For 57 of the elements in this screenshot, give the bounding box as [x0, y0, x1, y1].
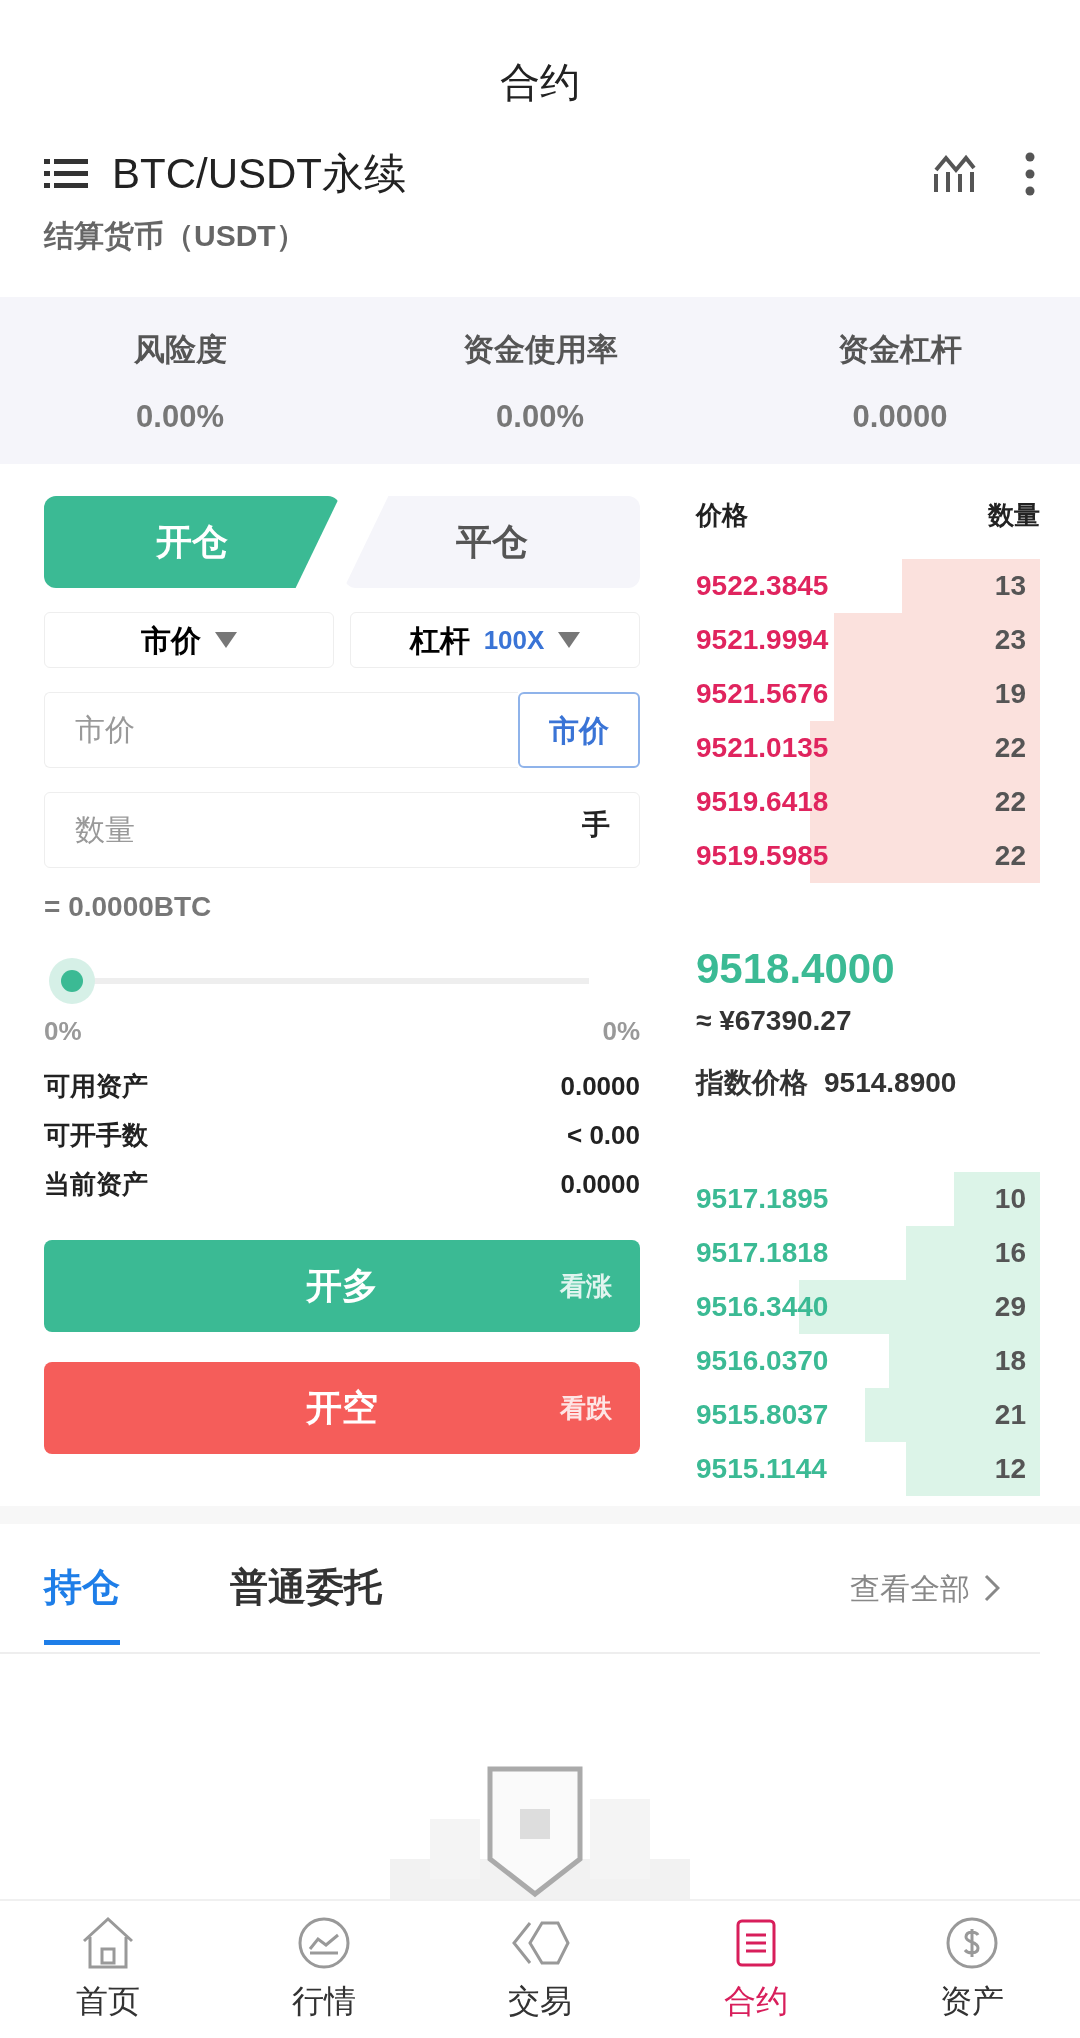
order-book-row[interactable]: 9519.5985 22: [696, 829, 1040, 883]
caret-icon: [558, 632, 581, 648]
order-book-row[interactable]: 9521.5676 19: [696, 667, 1040, 721]
order-book-row[interactable]: 9517.1895 10: [696, 1172, 1040, 1226]
nav-tab[interactable]: 首页: [0, 1914, 216, 2026]
nav-tab[interactable]: 行情: [216, 1914, 432, 2026]
more-icon[interactable]: [1024, 151, 1036, 196]
order-book-row[interactable]: 9521.9994 23: [696, 613, 1040, 667]
mode-tab[interactable]: 平仓: [344, 496, 640, 588]
stat-label: 风险度: [132, 331, 228, 369]
chart-icon[interactable]: [932, 153, 976, 194]
caret-icon: [215, 632, 237, 648]
order-book-row[interactable]: 9517.1818 16: [696, 1226, 1040, 1280]
stat-value: 0.00%: [495, 397, 585, 436]
order-book-row[interactable]: 9516.0370 18: [696, 1334, 1040, 1388]
info-label: 可用资产: [44, 1070, 148, 1103]
order-book-row[interactable]: 9516.3440 29: [696, 1280, 1040, 1334]
slider-thumb[interactable]: [49, 958, 95, 1004]
info-label: 当前资产: [44, 1168, 148, 1201]
nav-tab[interactable]: 资产: [864, 1914, 1080, 2026]
position-tab[interactable]: 持仓: [44, 1531, 120, 1645]
market-price-button[interactable]: 市价: [518, 692, 640, 768]
percent-label: 0%: [602, 1015, 640, 1048]
nav-tab[interactable]: 合约: [648, 1914, 864, 2026]
page-title: 合约: [499, 59, 581, 106]
settlement-currency: 结算货币（USDT）: [44, 218, 307, 254]
unit-label: 手: [582, 808, 610, 842]
index-label: 指数价格: [696, 1066, 808, 1100]
index-price: 9514.8900: [824, 1066, 957, 1100]
info-label: 可开手数: [44, 1119, 148, 1152]
cny-price: ≈ ¥67390.27: [696, 1004, 853, 1038]
order-book-row[interactable]: 9521.0135 22: [696, 721, 1040, 775]
nav-tab[interactable]: 交易: [432, 1914, 648, 2026]
column-header: 数量: [988, 499, 1040, 532]
leverage-dropdown[interactable]: 杠杆 100X: [350, 612, 640, 668]
order-book-row[interactable]: 9515.1144 12: [696, 1442, 1040, 1496]
order-book-row[interactable]: 9515.8037 21: [696, 1388, 1040, 1442]
info-value: 0.0000: [560, 1070, 640, 1103]
stat-label: 资金使用率: [461, 331, 619, 369]
order-book-row[interactable]: 9519.6418 22: [696, 775, 1040, 829]
stat-label: 资金杠杆: [837, 331, 963, 369]
percent-label: 0%: [44, 1015, 82, 1048]
stat-value: 0.0000: [851, 397, 949, 436]
price-field[interactable]: 市价: [44, 692, 518, 768]
order-type-dropdown[interactable]: 市价: [44, 612, 334, 668]
chevron-right-icon: [984, 1574, 1000, 1602]
btc-equivalent: = 0.0000BTC: [44, 890, 213, 924]
stat-value: 0.00%: [135, 397, 225, 436]
view-all-link[interactable]: 查看全部: [850, 1565, 1000, 1611]
pair-name: BTC/USDT永续: [112, 149, 406, 199]
position-tab[interactable]: 普通委托: [230, 1531, 382, 1645]
info-value: 0.0000: [560, 1168, 640, 1201]
column-header: 价格: [696, 499, 748, 532]
menu-icon[interactable]: [44, 156, 88, 191]
info-value: < 0.00: [567, 1119, 640, 1152]
last-price: 9518.4000: [696, 944, 896, 994]
order-book-row[interactable]: 9522.3845 13: [696, 559, 1040, 613]
